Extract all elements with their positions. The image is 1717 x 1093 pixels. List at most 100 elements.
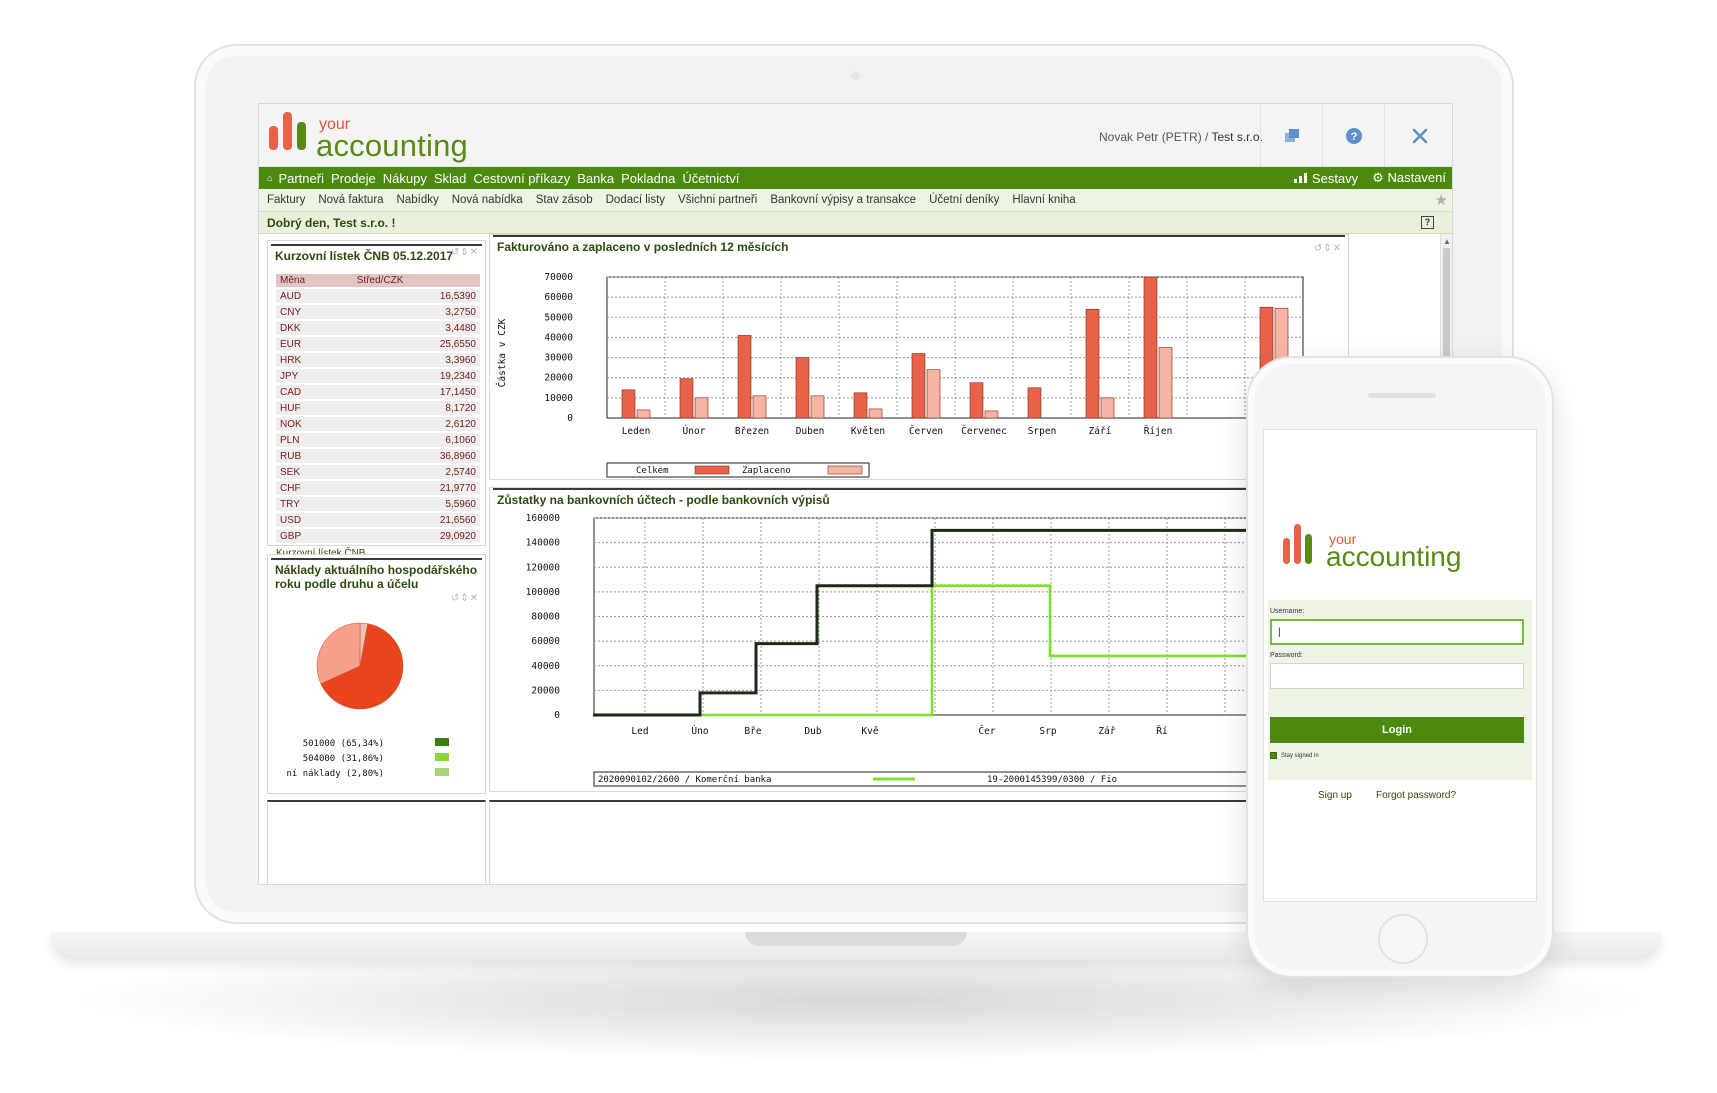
stay-signed-in-checkbox[interactable] bbox=[1270, 752, 1277, 759]
invoiced-paid-bar-chart: 0 10000 20000 30000 40000 50000 60000 70000 Část… bbox=[496, 272, 1304, 478]
nav-banka[interactable]: Banka bbox=[577, 171, 614, 186]
forgot-password-link[interactable]: Forgot password? bbox=[1376, 790, 1456, 801]
subnav-stav-zasob[interactable]: Stav zásob bbox=[536, 194, 593, 206]
bar-zaplaceno bbox=[810, 395, 825, 419]
rate-value: 5,5960 bbox=[352, 497, 480, 511]
pie-legend-swatch bbox=[435, 738, 449, 746]
close-button[interactable] bbox=[1384, 104, 1452, 167]
help-icon: ? bbox=[1345, 127, 1362, 144]
bar-celkem bbox=[853, 392, 868, 419]
legend-label-fio: 19-2000145399/0300 / Fio bbox=[987, 775, 1117, 785]
password-label: Password: bbox=[1270, 652, 1303, 659]
nav-partneri[interactable]: Partneři bbox=[278, 171, 324, 186]
window-button[interactable] bbox=[1260, 104, 1322, 167]
scrollbar-thumb[interactable] bbox=[1443, 248, 1450, 358]
rate-currency: SEK bbox=[276, 465, 353, 479]
x-tick-label: Duben bbox=[796, 426, 825, 437]
subnav-ucetni-deniky[interactable]: Účetní deníky bbox=[929, 194, 999, 206]
bar-zaplaceno bbox=[984, 410, 999, 419]
rate-value: 2,6120 bbox=[352, 417, 480, 431]
scroll-up-icon[interactable]: ▲ bbox=[1443, 237, 1451, 246]
col-currency: Měna bbox=[276, 274, 353, 287]
x-tick-label: Červenec bbox=[961, 425, 1007, 437]
bar-celkem bbox=[679, 378, 694, 419]
nav-ucetnictvi[interactable]: Účetnictví bbox=[682, 171, 739, 186]
y-tick-label: 60000 bbox=[544, 292, 573, 303]
help-button[interactable]: ? bbox=[1322, 104, 1384, 167]
exchange-rates-panel: Kurzovní lístek ČNB 05.12.2017 ↺⇕✕ Měna … bbox=[267, 240, 486, 559]
subnav-bankovni-vypisy[interactable]: Bankovní výpisy a transakce bbox=[770, 194, 916, 206]
rate-row: CNY 3,2750 bbox=[276, 305, 480, 319]
bank-balances-line-chart: 0 20000 40000 60000 80000 100000 120000 140000 1… bbox=[526, 513, 1348, 787]
favorite-star-icon[interactable]: ★ bbox=[1435, 191, 1448, 209]
phone-home-button[interactable] bbox=[1378, 914, 1428, 964]
bank-balances-title: Zůstatky na bankovních účtech - podle ba… bbox=[493, 488, 1345, 510]
subnav-vsichni-partneri[interactable]: Všichni partneři bbox=[678, 194, 757, 206]
bank-balances-panel: Zůstatky na bankovních účtech - podle ba… bbox=[489, 487, 1349, 792]
page-help-icon[interactable]: ? bbox=[1421, 216, 1434, 229]
signup-link[interactable]: Sign up bbox=[1318, 790, 1352, 801]
rate-currency: CHF bbox=[276, 481, 353, 495]
panel-controls[interactable]: ↺⇕✕ bbox=[451, 247, 479, 258]
user-name[interactable]: Novak Petr (PETR) bbox=[1099, 130, 1202, 144]
panel-controls[interactable]: ↺⇕✕ bbox=[1314, 243, 1342, 254]
rate-value: 8,1720 bbox=[352, 401, 480, 415]
bottom-panel-right bbox=[489, 800, 1349, 884]
nav-pokladna[interactable]: Pokladna bbox=[621, 171, 675, 186]
company-name[interactable]: Test s.r.o. bbox=[1212, 130, 1263, 144]
phone-speaker bbox=[1368, 393, 1436, 398]
bar-celkem bbox=[737, 335, 752, 419]
nav-cestovni-prikazy[interactable]: Cestovní příkazy bbox=[473, 171, 570, 186]
bar-zaplaceno bbox=[636, 409, 651, 419]
y-tick-label: 20000 bbox=[544, 373, 573, 384]
bar-celkem bbox=[1085, 308, 1100, 419]
nav-nakupy[interactable]: Nákupy bbox=[383, 171, 427, 186]
reports-label: Sestavy bbox=[1311, 170, 1359, 186]
rate-value: 21,6560 bbox=[352, 513, 480, 527]
rate-currency: USD bbox=[276, 513, 353, 527]
subnav-nabidky[interactable]: Nabídky bbox=[397, 194, 439, 206]
invoiced-paid-panel: Fakturováno a zaplaceno v posledních 12 … bbox=[489, 234, 1349, 480]
sub-nav: Faktury Nová faktura Nabídky Nová nabídk… bbox=[259, 189, 1452, 212]
bar-zaplaceno bbox=[1100, 397, 1115, 419]
login-form: Username: Password: Login Stay signed in bbox=[1268, 600, 1532, 780]
windows-icon bbox=[1284, 128, 1299, 142]
rate-row: PLN 6,1060 bbox=[276, 433, 480, 447]
x-tick-label: Srp bbox=[1039, 726, 1056, 737]
subnav-nova-nabidka[interactable]: Nová nabídka bbox=[452, 194, 523, 206]
bar-zaplaceno bbox=[752, 395, 767, 419]
x-tick-label: Čer bbox=[978, 725, 995, 737]
settings-menu[interactable]: ⚙ Nastavení bbox=[1372, 170, 1446, 186]
rate-currency: GBP bbox=[276, 529, 353, 543]
rate-value: 17,1450 bbox=[352, 385, 480, 399]
subnav-nova-faktura[interactable]: Nová faktura bbox=[318, 194, 383, 206]
home-icon[interactable]: ⌂ bbox=[267, 173, 272, 183]
rate-value: 16,5390 bbox=[352, 289, 480, 303]
x-tick-label: Říjen bbox=[1144, 425, 1173, 437]
bar-celkem bbox=[621, 389, 636, 419]
bar-zaplaceno bbox=[868, 408, 883, 419]
username-input[interactable] bbox=[1270, 619, 1524, 645]
rate-value: 3,4480 bbox=[352, 321, 480, 335]
nav-sklad[interactable]: Sklad bbox=[434, 171, 467, 186]
x-tick-label: Září bbox=[1089, 426, 1112, 437]
reports-menu[interactable]: Sestavy bbox=[1294, 171, 1358, 186]
user-info[interactable]: Novak Petr (PETR) / Test s.r.o. bbox=[1099, 130, 1263, 144]
rate-row: USD 21,6560 bbox=[276, 513, 480, 527]
y-tick-label: 60000 bbox=[531, 636, 560, 647]
bar-celkem bbox=[969, 382, 984, 419]
rate-row: GBP 29,0920 bbox=[276, 529, 480, 543]
rate-value: 6,1060 bbox=[352, 433, 480, 447]
subnav-dodaci-listy[interactable]: Dodací listy bbox=[606, 194, 665, 206]
subnav-faktury[interactable]: Faktury bbox=[267, 194, 305, 206]
rate-currency: HUF bbox=[276, 401, 353, 415]
y-tick-label: 120000 bbox=[526, 562, 561, 573]
nav-prodeje[interactable]: Prodeje bbox=[331, 171, 376, 186]
password-input[interactable] bbox=[1270, 663, 1524, 689]
x-tick-label: Srpen bbox=[1028, 426, 1057, 437]
x-tick-label: Březen bbox=[735, 426, 769, 437]
x-tick-label: Ří bbox=[1156, 725, 1168, 737]
login-logo-icon bbox=[1283, 524, 1317, 564]
subnav-hlavni-kniha[interactable]: Hlavní kniha bbox=[1012, 194, 1075, 206]
login-button[interactable]: Login bbox=[1270, 717, 1524, 743]
